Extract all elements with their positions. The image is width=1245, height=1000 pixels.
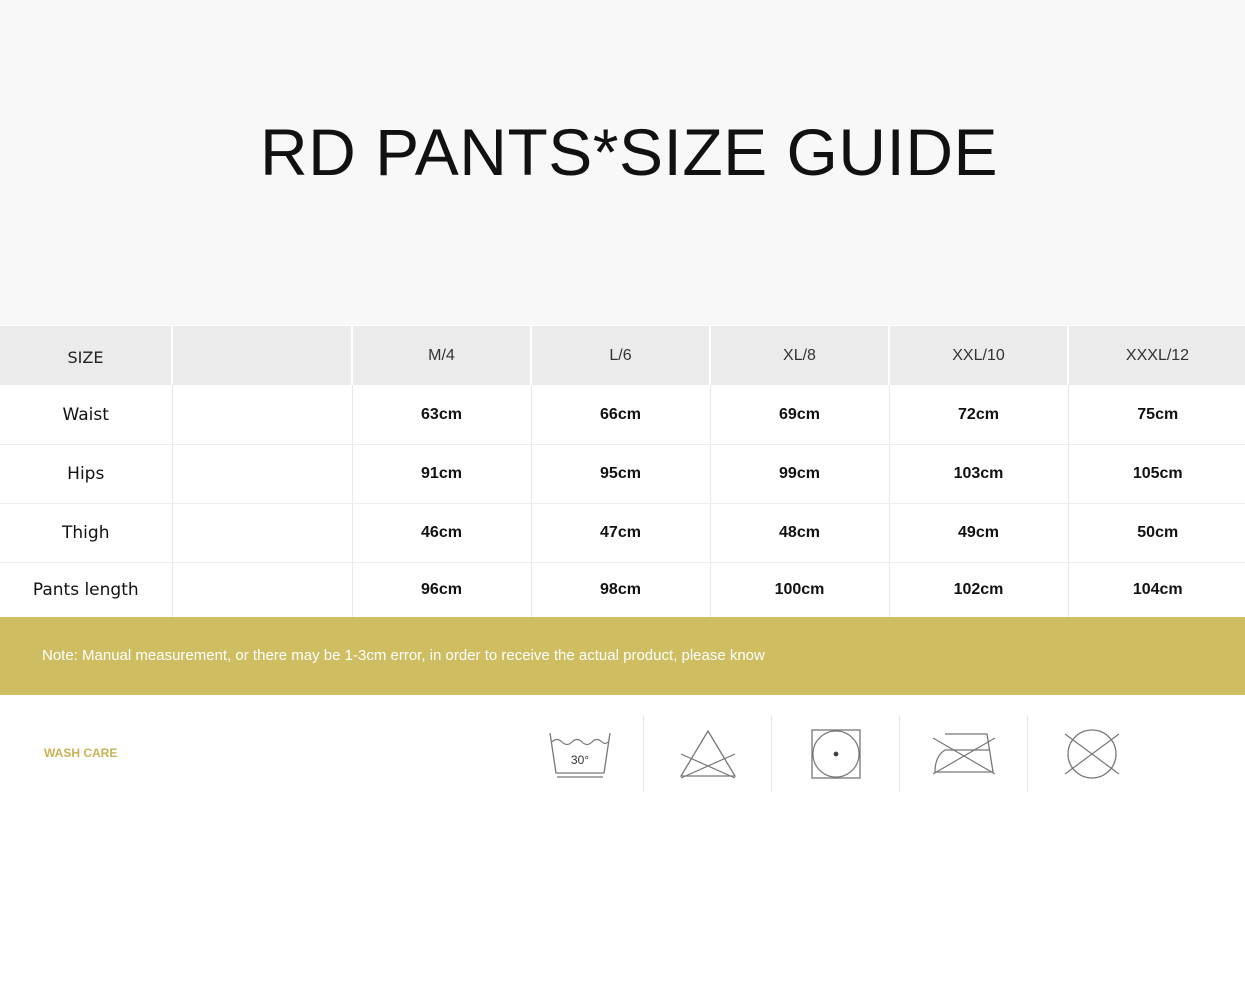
no-bleach-icon xyxy=(644,716,772,792)
note-banner: Note: Manual measurement, or there may b… xyxy=(0,617,1245,695)
table-cell: 91cm xyxy=(352,444,532,505)
header-cell-xl: XL/8 xyxy=(710,326,890,386)
table-cell: 95cm xyxy=(531,444,711,505)
table-cell: 104cm xyxy=(1068,562,1245,617)
blank-cell xyxy=(172,562,353,617)
table-cell: 66cm xyxy=(531,385,711,445)
table-row: Pants length 96cm 98cm 100cm 102cm 104cm xyxy=(0,562,1245,617)
table-cell: 100cm xyxy=(710,562,890,617)
table-cell: 49cm xyxy=(889,503,1069,564)
table-cell: 75cm xyxy=(1068,385,1245,445)
tumble-dry-icon xyxy=(772,716,900,792)
table-cell: 105cm xyxy=(1068,444,1245,505)
table-row: Thigh 46cm 47cm 48cm 49cm 50cm xyxy=(0,503,1245,564)
header-cell-xxxl: XXXL/12 xyxy=(1068,326,1245,386)
blank-cell xyxy=(172,503,353,564)
wash-care-label: WASH CARE xyxy=(44,746,118,760)
size-table: SIZE M/4 L/6 XL/8 XXL/10 XXXL/12 Waist 6… xyxy=(0,326,1245,617)
header-cell-size: SIZE xyxy=(0,326,173,386)
page-title: RD PANTS*SIZE GUIDE xyxy=(259,115,999,189)
table-header-row: SIZE M/4 L/6 XL/8 XXL/10 XXXL/12 xyxy=(0,326,1245,386)
row-label: Pants length xyxy=(0,562,173,617)
wash-temperature: 30° xyxy=(570,753,588,767)
table-cell: 69cm xyxy=(710,385,890,445)
table-cell: 72cm xyxy=(889,385,1069,445)
header-banner: RD PANTS*SIZE GUIDE xyxy=(0,0,1245,325)
table-row: Hips 91cm 95cm 99cm 103cm 105cm xyxy=(0,444,1245,505)
table-cell: 63cm xyxy=(352,385,532,445)
no-iron-icon xyxy=(900,716,1028,792)
table-cell: 48cm xyxy=(710,503,890,564)
row-label: Hips xyxy=(0,444,173,505)
note-text: Note: Manual measurement, or there may b… xyxy=(42,647,765,664)
table-cell: 47cm xyxy=(531,503,711,564)
table-row: Waist 63cm 66cm 69cm 72cm 75cm xyxy=(0,385,1245,445)
no-dry-clean-icon xyxy=(1028,716,1156,792)
header-cell-m: M/4 xyxy=(352,326,532,386)
table-cell: 99cm xyxy=(710,444,890,505)
table-cell: 46cm xyxy=(352,503,532,564)
table-cell: 98cm xyxy=(531,562,711,617)
header-cell-blank xyxy=(172,326,353,386)
table-cell: 96cm xyxy=(352,562,532,617)
table-cell: 103cm xyxy=(889,444,1069,505)
row-label: Waist xyxy=(0,385,173,445)
blank-cell xyxy=(172,444,353,505)
blank-cell xyxy=(172,385,353,445)
wash-30-icon: 30° xyxy=(516,716,644,792)
table-cell: 102cm xyxy=(889,562,1069,617)
header-cell-l: L/6 xyxy=(531,326,711,386)
header-cell-xxl: XXL/10 xyxy=(889,326,1069,386)
table-cell: 50cm xyxy=(1068,503,1245,564)
row-label: Thigh xyxy=(0,503,173,564)
